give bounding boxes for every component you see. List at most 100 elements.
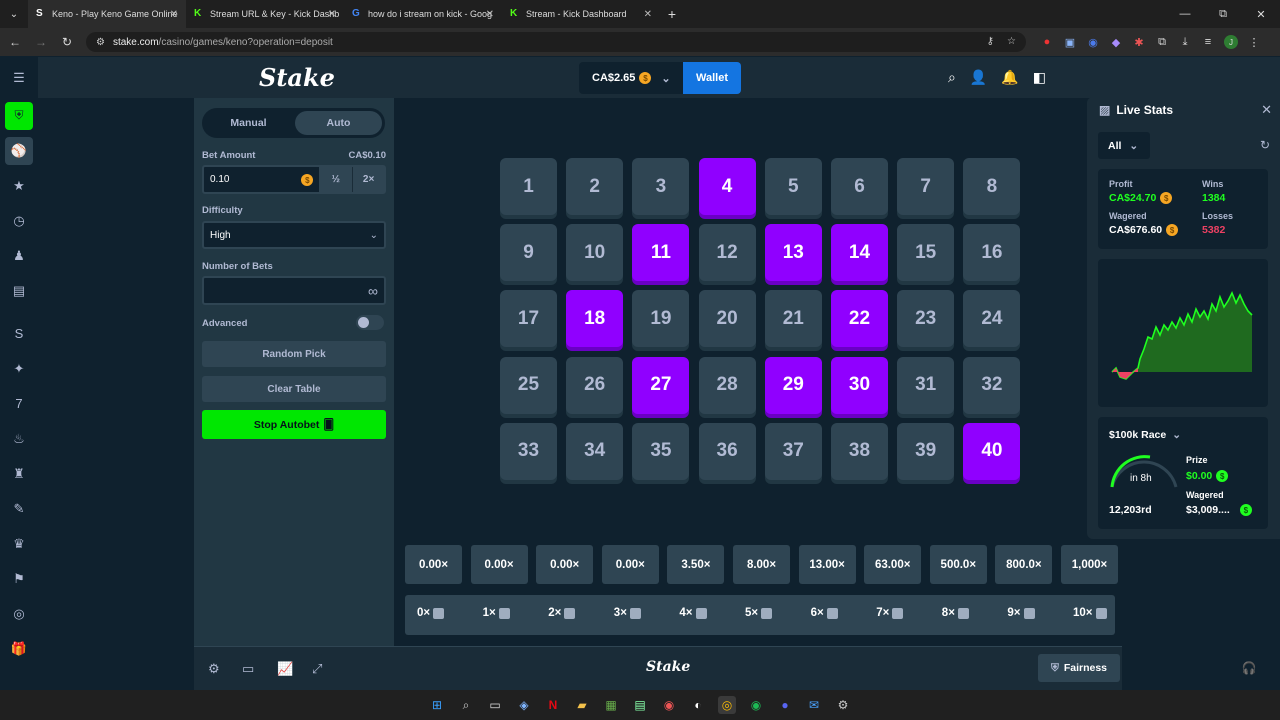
- keno-tile[interactable]: 37: [764, 422, 822, 480]
- keno-tile[interactable]: 1: [500, 158, 557, 215]
- keno-tile[interactable]: 36: [698, 422, 756, 480]
- copilot-icon[interactable]: ◈: [515, 696, 533, 714]
- close-tab-icon[interactable]: ✕: [486, 9, 494, 20]
- new-releases-icon[interactable]: ✦: [0, 351, 38, 386]
- keno-tile[interactable]: 30: [831, 356, 888, 414]
- extensions-puzzle-icon[interactable]: ⧉: [1155, 35, 1169, 49]
- casino-shield-icon[interactable]: ⛨: [0, 98, 38, 133]
- new-tab-button[interactable]: +: [660, 6, 684, 22]
- live-stats-chart-icon[interactable]: 📈: [277, 661, 293, 677]
- keno-tile[interactable]: 34: [566, 422, 624, 480]
- keno-tile[interactable]: 25: [500, 356, 557, 414]
- exclusives-icon[interactable]: ✎: [0, 491, 38, 526]
- search-icon[interactable]: ⌕: [948, 69, 956, 86]
- minimize-button[interactable]: —: [1166, 0, 1204, 28]
- steam-icon[interactable]: ⚙: [834, 696, 852, 714]
- file-explorer-icon[interactable]: ▭: [486, 696, 504, 714]
- keno-tile[interactable]: 15: [897, 224, 955, 282]
- capcut-icon[interactable]: ◐: [689, 696, 707, 714]
- keno-tile[interactable]: 21: [764, 290, 822, 348]
- advanced-toggle[interactable]: [356, 315, 384, 330]
- keno-tile[interactable]: 31: [897, 356, 955, 414]
- reading-list-icon[interactable]: ≡: [1201, 35, 1215, 49]
- keno-tile[interactable]: 27: [632, 356, 690, 414]
- stake-logo[interactable]: Stake: [259, 63, 335, 92]
- difficulty-select[interactable]: High ⌄: [202, 221, 386, 249]
- number-of-bets-input[interactable]: ∞: [202, 276, 386, 305]
- close-tab-icon[interactable]: ✕: [170, 9, 178, 20]
- keno-tile[interactable]: 28: [698, 356, 756, 414]
- fairness-button[interactable]: ⛨ Fairness: [1038, 654, 1120, 682]
- chrome-icon[interactable]: ◎: [718, 696, 736, 714]
- half-bet-button[interactable]: ½: [319, 167, 353, 192]
- browser-tab[interactable]: K Stream - Kick Dashboard ✕: [502, 0, 660, 28]
- password-key-icon[interactable]: ⚷: [987, 36, 994, 47]
- bet-amount-input[interactable]: 0.10 $: [204, 167, 319, 192]
- bookmark-star-icon[interactable]: ☆: [1007, 36, 1016, 47]
- keno-tile[interactable]: 16: [963, 224, 1021, 282]
- close-window-button[interactable]: ✕: [1242, 0, 1280, 28]
- keno-tile[interactable]: 7: [897, 158, 955, 215]
- keno-tile[interactable]: 22: [831, 290, 888, 348]
- keno-tile[interactable]: 20: [698, 290, 756, 348]
- keno-tile[interactable]: 29: [764, 356, 822, 414]
- keno-tile[interactable]: 3: [632, 158, 690, 215]
- tab-list-button[interactable]: ⌄: [0, 9, 28, 20]
- browser-tab[interactable]: S Keno - Play Keno Game Online ✕: [28, 0, 186, 28]
- recent-clock-icon[interactable]: ◷: [0, 203, 38, 238]
- keno-tile[interactable]: 9: [500, 224, 557, 282]
- slots-icon[interactable]: 7: [0, 386, 38, 421]
- keno-tile[interactable]: 23: [897, 290, 955, 348]
- keno-tile[interactable]: 5: [764, 158, 822, 215]
- settings-gear-icon[interactable]: ⚙: [208, 661, 220, 677]
- restore-button[interactable]: ⧉: [1204, 0, 1242, 28]
- keno-tile[interactable]: 2: [566, 158, 624, 215]
- keno-tile[interactable]: 40: [963, 422, 1021, 480]
- forward-icon[interactable]: →: [30, 35, 52, 49]
- keno-tile[interactable]: 4: [698, 158, 756, 215]
- keno-tile[interactable]: 6: [831, 158, 888, 215]
- mail-icon[interactable]: ✉: [805, 696, 823, 714]
- keno-tile[interactable]: 17: [500, 290, 557, 348]
- download-icon[interactable]: ⤓: [1178, 35, 1192, 49]
- keno-tile[interactable]: 8: [963, 158, 1021, 215]
- theatre-mode-icon[interactable]: ▭: [242, 661, 254, 677]
- random-pick-button[interactable]: Random Pick: [202, 341, 386, 367]
- keno-tile[interactable]: 38: [831, 422, 888, 480]
- race-dropdown[interactable]: $100k Race ⌄: [1109, 429, 1181, 441]
- gift-icon[interactable]: 🎁: [0, 631, 38, 666]
- publishers-crown-icon[interactable]: ♛: [0, 526, 38, 561]
- extension-icon[interactable]: ◉: [1086, 35, 1100, 49]
- keno-tile[interactable]: 26: [566, 356, 624, 414]
- search-icon[interactable]: ⌕: [457, 696, 475, 714]
- chat-panel-icon[interactable]: ◧: [1033, 69, 1046, 86]
- favourites-star-icon[interactable]: ★: [0, 168, 38, 203]
- netflix-icon[interactable]: N: [544, 696, 562, 714]
- minecraft-icon[interactable]: ▦: [602, 696, 620, 714]
- keno-tile[interactable]: 39: [897, 422, 955, 480]
- keno-tile[interactable]: 32: [963, 356, 1021, 414]
- popout-icon[interactable]: ⤢: [312, 661, 322, 677]
- discord-icon[interactable]: ●: [776, 696, 794, 714]
- my-bets-icon[interactable]: ▤: [0, 273, 38, 308]
- notifications-icon[interactable]: 🔔: [1001, 69, 1018, 86]
- keno-tile[interactable]: 14: [831, 224, 888, 282]
- stats-filter-select[interactable]: All ⌄: [1098, 132, 1150, 159]
- reset-stats-icon[interactable]: ↻: [1260, 138, 1270, 152]
- close-icon[interactable]: ✕: [1261, 102, 1272, 118]
- user-icon[interactable]: 👤: [970, 69, 987, 86]
- extension-icon[interactable]: ●: [1040, 35, 1054, 49]
- keno-tile[interactable]: 24: [963, 290, 1021, 348]
- responsible-gambling-icon[interactable]: ◎: [0, 596, 38, 631]
- site-info-icon[interactable]: ⚙: [96, 37, 105, 48]
- menu-icon[interactable]: ☰: [0, 57, 38, 98]
- app-icon[interactable]: ◉: [660, 696, 678, 714]
- url-field[interactable]: ⚙ stake.com/casino/games/keno?operation=…: [86, 32, 1026, 52]
- manual-tab[interactable]: Manual: [205, 111, 292, 135]
- close-tab-icon[interactable]: ✕: [644, 9, 652, 20]
- keno-tile[interactable]: 12: [698, 224, 756, 282]
- keno-tile[interactable]: 11: [632, 224, 690, 282]
- stake-originals-icon[interactable]: S: [0, 316, 38, 351]
- back-icon[interactable]: ←: [4, 35, 26, 49]
- support-headset-icon[interactable]: 🎧: [1234, 656, 1264, 680]
